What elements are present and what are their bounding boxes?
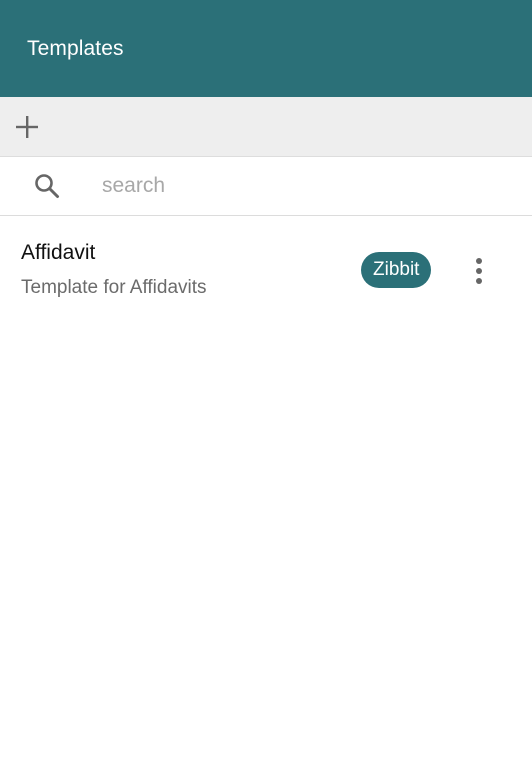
search-bar <box>0 157 532 216</box>
template-description: Template for Affidavits <box>21 277 207 298</box>
add-template-button[interactable] <box>14 114 40 140</box>
tag-badge: Zibbit <box>361 252 432 288</box>
templates-list: Affidavit Template for Affidavits Zibbit <box>0 216 532 312</box>
search-input[interactable] <box>102 174 482 198</box>
more-vertical-icon <box>476 258 482 284</box>
page-title: Templates <box>27 36 124 60</box>
toolbar <box>0 97 532 157</box>
app-header: Templates <box>0 0 532 97</box>
list-item[interactable]: Affidavit Template for Affidavits Zibbit <box>0 216 532 312</box>
templates-app: Templates Affidavit Template for Affidav… <box>0 0 532 767</box>
template-title: Affidavit <box>21 241 96 264</box>
search-icon <box>33 172 61 200</box>
plus-icon <box>16 115 38 138</box>
more-options-button[interactable] <box>466 257 492 285</box>
